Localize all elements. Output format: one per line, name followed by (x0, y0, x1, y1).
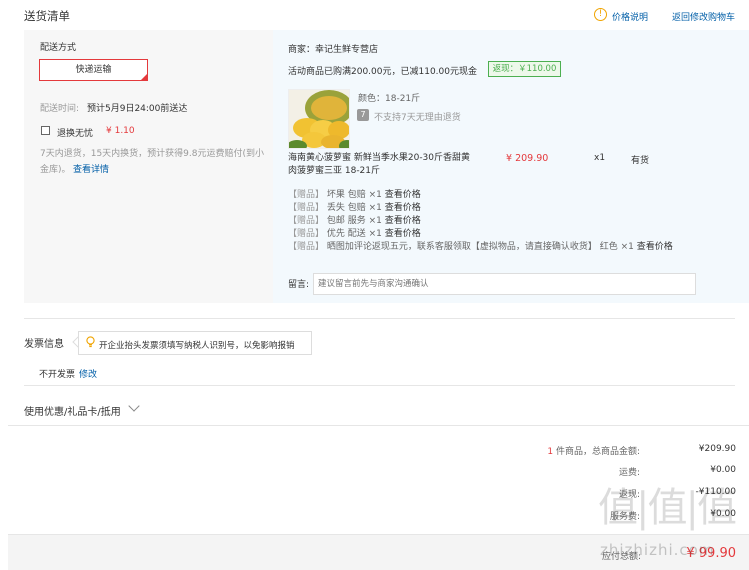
watermark-logo: 值|值|值 (598, 485, 737, 531)
view-price-link[interactable]: 查看价格 (385, 229, 421, 239)
gift-item: 【赠品】 包邮 服务 ×1 查看价格 (288, 213, 421, 226)
product-image[interactable] (288, 89, 350, 149)
item-count: 1 (547, 447, 554, 457)
view-price-link[interactable]: 查看价格 (637, 242, 673, 252)
view-price-link[interactable]: 查看价格 (385, 216, 421, 226)
promotion-text: 活动商品已购满200.00元，已减110.00元现金 (288, 67, 477, 77)
view-price-link[interactable]: 查看价格 (385, 190, 421, 200)
back-to-cart-link[interactable]: 返回修改购物车 (672, 10, 735, 23)
coupon-toggle[interactable]: 使用优惠/礼品卡/抵用 (24, 403, 121, 418)
gift-item: 【赠品】 丢失 包赔 ×1 查看价格 (288, 200, 421, 213)
lightbulb-icon (86, 336, 95, 348)
selected-corner-icon (140, 73, 148, 81)
remark-label: 留言: (288, 280, 310, 290)
info-icon: ! (594, 8, 607, 21)
gift-text: 丢失 包赔 ×1 (326, 203, 382, 213)
product-price: ¥ 209.90 (506, 153, 549, 164)
invoice-edit-link[interactable]: 修改 (79, 367, 97, 380)
product-name[interactable]: 海南黄心菠萝蜜 新鲜当季水果20-30斤香甜黄 肉菠萝蜜三亚 18-21斤 (288, 152, 478, 178)
gift-text: 包邮 服务 ×1 (326, 216, 382, 226)
product-color: 颜色：18-21斤 (358, 94, 421, 104)
product-name-line1: 海南黄心菠萝蜜 新鲜当季水果20-30斤香甜黄 (288, 153, 471, 163)
shipping-method-label: 配送方式 (40, 43, 77, 53)
rebate-badge: 返现：￥110.00 (488, 61, 561, 77)
watermark-url: zhizhizhi.com (600, 541, 715, 559)
gift-item: 【赠品】 晒图加评论返现五元，联系客服领取【虚拟物品，请直接确认收货】 红色 ×… (288, 239, 673, 252)
delivery-time-value: 预计5月9日24:00前送达 (87, 104, 188, 114)
price-note-link[interactable]: 价格说明 (612, 10, 648, 23)
invoice-title: 发票信息 (24, 339, 64, 350)
no-fuss-return-price: ¥ 1.10 (106, 126, 135, 136)
chevron-down-icon[interactable] (128, 400, 140, 412)
no-return-text: 不支持7天无理由退货 (374, 113, 461, 123)
jackfruit-image (289, 90, 349, 148)
invoice-status: 不开发票 (39, 370, 76, 380)
product-quantity: x1 (594, 153, 606, 163)
gift-text: 坏果 包赔 ×1 (326, 190, 382, 200)
view-price-link[interactable]: 查看价格 (385, 203, 421, 213)
gift-tag: 【赠品】 (288, 190, 325, 200)
gift-tag: 【赠品】 (288, 242, 325, 252)
gift-text: 优先 配送 ×1 (326, 229, 382, 239)
no-fuss-return-description-end: 金库)。 (40, 165, 71, 175)
no-fuss-return-checkbox[interactable] (41, 126, 50, 135)
no-fuss-return-label[interactable]: 退换无忧 (57, 126, 93, 139)
summary-total-label: 1 件商品，总商品金额: (547, 444, 640, 457)
shipping-method-option[interactable]: 快递运输 (39, 59, 148, 81)
no-fuss-return-description: 7天内退货，15天内换货，预计获得9.8元运费赔付(到小 (40, 149, 265, 159)
summary-total-value: ¥209.90 (698, 444, 736, 454)
freight-value: ¥0.00 (710, 465, 736, 475)
no-return-badge-icon: 7 (357, 109, 369, 121)
divider (8, 425, 749, 426)
gift-item: 【赠品】 坏果 包赔 ×1 查看价格 (288, 187, 421, 200)
gift-text: 晒图加评论返现五元，联系客服领取【虚拟物品，请直接确认收货】 红色 ×1 (326, 242, 634, 252)
remark-input[interactable] (313, 273, 696, 295)
gift-tag: 【赠品】 (288, 229, 325, 239)
product-name-line2: 肉菠萝蜜三亚 18-21斤 (288, 166, 381, 176)
item-count-label: 件商品，总商品金额: (555, 447, 640, 457)
shipping-method-value: 快递运输 (75, 65, 112, 75)
invoice-tip-text: 开企业抬头发票须填写纳税人识别号，以免影响报销 (99, 341, 295, 351)
freight-label: 运费: (618, 468, 640, 478)
merchant-name: 商家：幸记生鲜专营店 (288, 45, 379, 55)
view-details-link[interactable]: 查看详情 (73, 162, 109, 175)
divider (24, 318, 735, 319)
section-title: 送货清单 (24, 9, 70, 23)
divider (24, 385, 735, 386)
stock-status: 有货 (631, 156, 650, 166)
delivery-time-label: 配送时间: (40, 104, 80, 114)
gift-tag: 【赠品】 (288, 216, 325, 226)
gift-tag: 【赠品】 (288, 203, 325, 213)
gift-item: 【赠品】 优先 配送 ×1 查看价格 (288, 226, 421, 239)
